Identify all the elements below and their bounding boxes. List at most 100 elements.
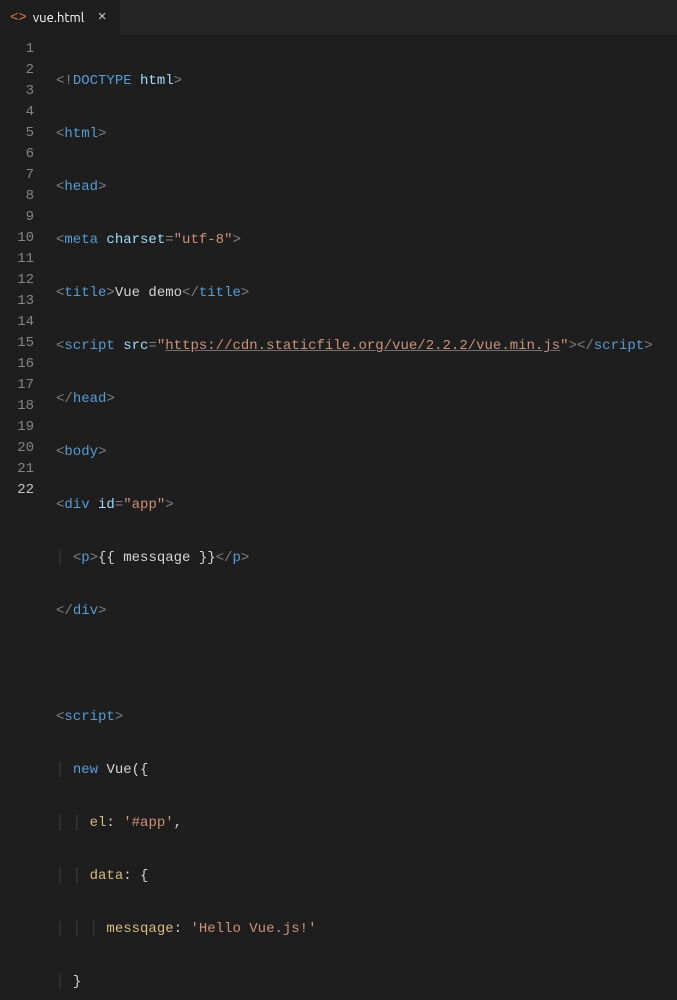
tag: title — [64, 285, 106, 301]
code-line[interactable]: <title>Vue demo</title> — [56, 283, 653, 304]
quote: " — [123, 497, 131, 513]
brace: ({ — [132, 762, 149, 778]
attr: src — [123, 338, 148, 354]
code-line[interactable]: <meta charset="utf-8"> — [56, 230, 653, 251]
tag: head — [64, 179, 98, 195]
line-number: 11 — [0, 249, 48, 270]
doctype-keyword: DOCTYPE — [73, 73, 132, 89]
code-line[interactable]: │ } — [56, 972, 653, 993]
punct: > — [98, 603, 106, 619]
obj-key: data — [90, 868, 124, 884]
space — [90, 497, 98, 513]
brace: } — [73, 974, 81, 990]
punct: = — [115, 497, 123, 513]
code-line[interactable]: <script> — [56, 707, 653, 728]
text-content: Vue demo — [115, 285, 182, 301]
colon: : — [174, 921, 191, 937]
space — [115, 338, 123, 354]
line-number: 16 — [0, 354, 48, 375]
line-number: 3 — [0, 81, 48, 102]
code-line[interactable]: <script src="https://cdn.staticfile.org/… — [56, 336, 653, 357]
punct: > — [569, 338, 577, 354]
punct: < — [73, 550, 81, 566]
punct: > — [241, 285, 249, 301]
line-number: 15 — [0, 333, 48, 354]
comma: , — [174, 815, 182, 831]
attr-value: app — [132, 497, 157, 513]
code-line[interactable]: <!DOCTYPE html> — [56, 71, 653, 92]
punct: </ — [56, 603, 73, 619]
space — [98, 762, 106, 778]
punct: </ — [216, 550, 233, 566]
text-content: {{ messqage }} — [98, 550, 216, 566]
code-line[interactable]: │ │ │ messqage: 'Hello Vue.js!' — [56, 919, 653, 940]
code-line[interactable]: </div> — [56, 601, 653, 622]
punct: </ — [56, 391, 73, 407]
colon: : — [123, 868, 140, 884]
tag: div — [73, 603, 98, 619]
code-line[interactable] — [56, 654, 653, 675]
line-number: 19 — [0, 417, 48, 438]
line-number: 4 — [0, 102, 48, 123]
line-number: 2 — [0, 60, 48, 81]
blank-line — [56, 656, 64, 672]
line-number: 17 — [0, 375, 48, 396]
line-number: 20 — [0, 438, 48, 459]
editor-area[interactable]: 12345678910111213141516171819202122 <!DO… — [0, 35, 677, 500]
code-line[interactable]: <div id="app"> — [56, 495, 653, 516]
punct: > — [115, 709, 123, 725]
line-number: 5 — [0, 123, 48, 144]
line-number: 18 — [0, 396, 48, 417]
attr-value: utf-8 — [182, 232, 224, 248]
tag: p — [81, 550, 89, 566]
tag: meta — [64, 232, 98, 248]
code-line[interactable]: │ │ data: { — [56, 866, 653, 887]
line-number-gutter: 12345678910111213141516171819202122 — [0, 35, 48, 500]
code-line[interactable]: │ │ el: '#app', — [56, 813, 653, 834]
attr: id — [98, 497, 115, 513]
code-content[interactable]: <!DOCTYPE html> <html> <head> <meta char… — [48, 35, 653, 500]
punct: </ — [577, 338, 594, 354]
code-line[interactable]: <html> — [56, 124, 653, 145]
tag: head — [73, 391, 107, 407]
line-number: 10 — [0, 228, 48, 249]
attr: html — [140, 73, 174, 89]
close-icon[interactable]: × — [94, 9, 110, 26]
tag: title — [199, 285, 241, 301]
quote: " — [174, 232, 182, 248]
code-line[interactable]: <body> — [56, 442, 653, 463]
punct: > — [98, 126, 106, 142]
code-line[interactable]: </head> — [56, 389, 653, 410]
punct: > — [241, 550, 249, 566]
string-value: '#app' — [123, 815, 173, 831]
tag: script — [64, 338, 114, 354]
line-number: 8 — [0, 186, 48, 207]
code-line[interactable]: <head> — [56, 177, 653, 198]
line-number: 9 — [0, 207, 48, 228]
attr: charset — [106, 232, 165, 248]
punct: <! — [56, 73, 73, 89]
code-line[interactable]: │ <p>{{ messqage }}</p> — [56, 548, 653, 569]
line-number: 1 — [0, 39, 48, 60]
class-name: Vue — [106, 762, 131, 778]
punct: </ — [182, 285, 199, 301]
code-line[interactable]: │ new Vue({ — [56, 760, 653, 781]
tab-vue-html[interactable]: <> vue.html × — [0, 0, 121, 35]
punct: = — [165, 232, 173, 248]
code-file-icon: <> — [10, 10, 27, 26]
line-number: 21 — [0, 459, 48, 480]
punct: > — [90, 550, 98, 566]
punct: > — [98, 444, 106, 460]
line-number: 14 — [0, 312, 48, 333]
line-number: 6 — [0, 144, 48, 165]
tag: body — [64, 444, 98, 460]
string-value: 'Hello Vue.js!' — [190, 921, 316, 937]
tag: div — [64, 497, 89, 513]
keyword-new: new — [73, 762, 98, 778]
punct: > — [98, 179, 106, 195]
url-value[interactable]: https://cdn.staticfile.org/vue/2.2.2/vue… — [165, 338, 560, 354]
colon: : — [106, 815, 123, 831]
tab-filename: vue.html — [33, 11, 84, 25]
line-number: 22 — [0, 480, 48, 501]
tab-bar: <> vue.html × — [0, 0, 677, 35]
